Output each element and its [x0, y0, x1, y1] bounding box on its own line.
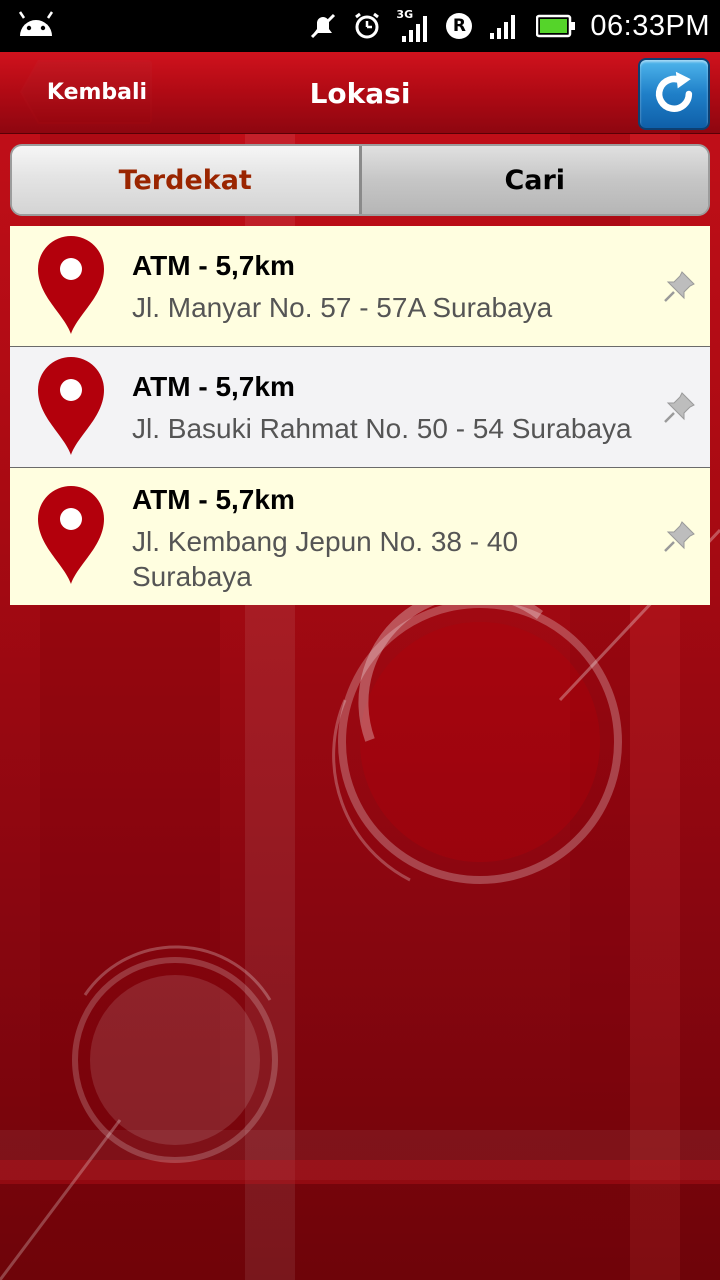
tab-cari-label: Cari	[504, 164, 566, 196]
tab-terdekat-label: Terdekat	[118, 164, 252, 196]
back-button-label: Kembali	[46, 79, 148, 105]
location-name: ATM - 5,7km	[132, 484, 295, 515]
map-pin-icon	[38, 486, 104, 584]
mute-icon	[311, 13, 336, 39]
tab-bar: Terdekat Cari	[10, 144, 710, 216]
pushpin-icon[interactable]	[662, 518, 698, 554]
android-icon	[18, 11, 54, 36]
wifi-signal-icon	[490, 15, 516, 39]
pushpin-icon[interactable]	[662, 268, 698, 304]
tab-cari[interactable]: Cari	[361, 146, 708, 214]
roaming-icon: R	[446, 13, 473, 39]
status-bar: 3G R 06:33PM	[0, 0, 720, 52]
location-address: Jl. Basuki Rahmat No. 50 - 54 Surabaya	[132, 413, 632, 444]
location-address: Jl. Manyar No. 57 - 57A Surabaya	[132, 292, 553, 323]
tab-terdekat[interactable]: Terdekat	[12, 146, 362, 214]
location-name: ATM - 5,7km	[132, 250, 295, 281]
location-address: Jl. Kembang Jepun No. 38 - 40 Surabaya	[132, 526, 519, 592]
clock: 06:33PM	[590, 9, 710, 42]
list-item[interactable]: ATM - 5,7km Jl. Kembang Jepun No. 38 - 4…	[10, 468, 710, 605]
location-list: ATM - 5,7km Jl. Manyar No. 57 - 57A Sura…	[10, 226, 710, 605]
battery-icon	[536, 14, 576, 38]
location-name: ATM - 5,7km	[132, 371, 295, 402]
list-item[interactable]: ATM - 5,7km Jl. Manyar No. 57 - 57A Sura…	[10, 226, 710, 347]
pushpin-icon[interactable]	[662, 389, 698, 425]
alarm-icon	[355, 12, 380, 39]
map-pin-icon	[38, 357, 104, 455]
refresh-button[interactable]	[638, 58, 710, 130]
back-button[interactable]: Kembali	[20, 60, 152, 124]
list-item[interactable]: ATM - 5,7km Jl. Basuki Rahmat No. 50 - 5…	[10, 347, 710, 468]
roaming-label: R	[452, 16, 466, 36]
map-pin-icon	[38, 236, 104, 334]
app-header: Kembali Lokasi	[0, 52, 720, 134]
signal-icon: 3G	[396, 8, 432, 44]
refresh-icon	[655, 71, 693, 112]
page-title: Lokasi	[309, 76, 411, 110]
